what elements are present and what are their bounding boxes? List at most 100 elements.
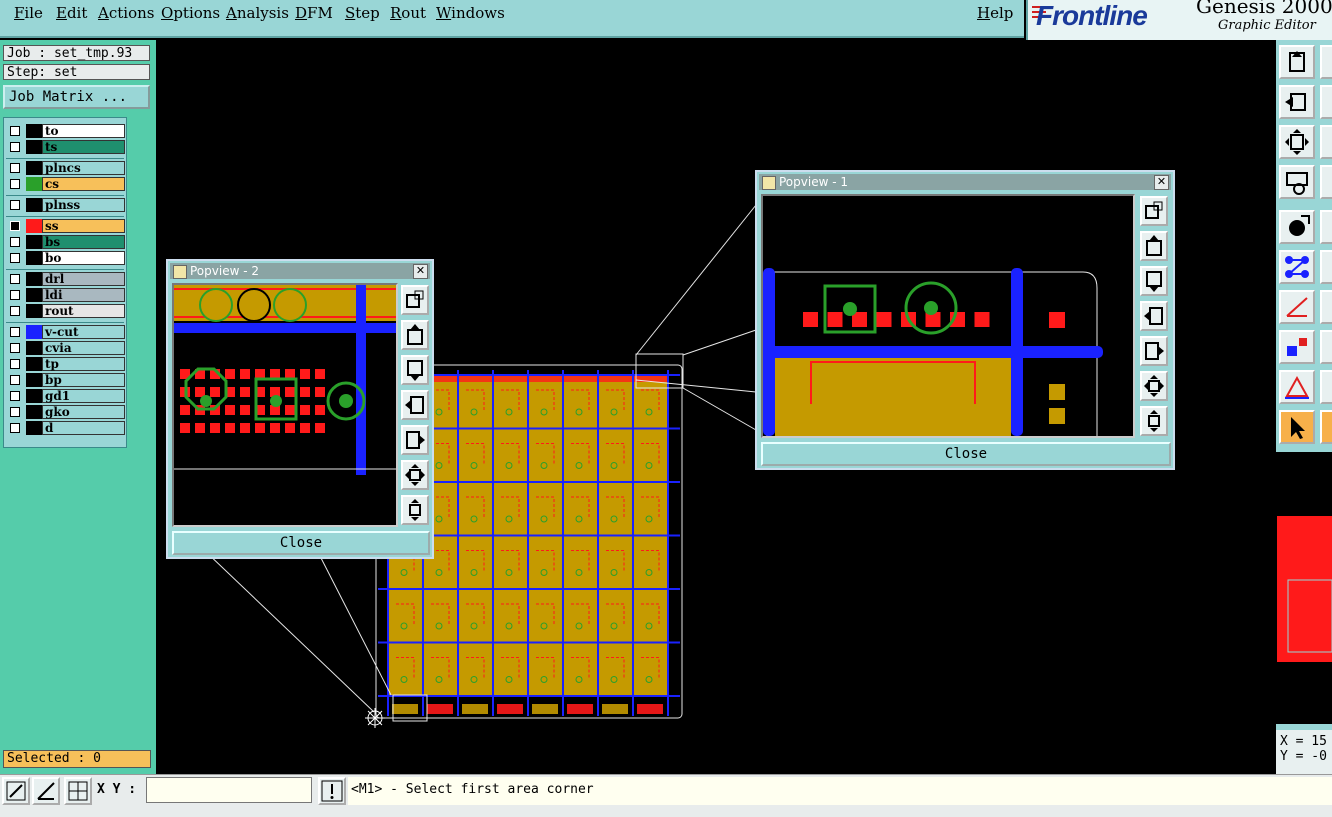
layer-row-ts[interactable]: ts — [7, 140, 125, 154]
layer-row-bp[interactable]: bp — [7, 373, 125, 387]
layer-checkbox[interactable] — [10, 126, 20, 136]
add-feature-button[interactable] — [1279, 330, 1315, 364]
menu-dfm[interactable]: DFM — [295, 4, 333, 22]
layer-checkbox[interactable] — [10, 200, 20, 210]
toolbar-button[interactable] — [1320, 330, 1332, 364]
layer-row-cs[interactable]: cs — [7, 177, 125, 191]
popview-pan-down-button[interactable] — [401, 355, 429, 385]
layer-row-plnss[interactable]: plnss — [7, 198, 125, 212]
layer-checkbox[interactable] — [10, 142, 20, 152]
toolbar-button[interactable] — [1320, 250, 1332, 284]
layer-checkbox[interactable] — [10, 423, 20, 433]
popview-2-titlebar[interactable]: Popview - 2 ✕ — [170, 263, 430, 279]
popview-1-close-button[interactable]: Close — [761, 442, 1171, 466]
menu-file[interactable]: File — [14, 4, 43, 22]
angle-snap-button[interactable] — [32, 777, 60, 805]
popview-pan-down-button[interactable] — [1140, 266, 1168, 296]
popview-pan-right-button[interactable] — [401, 425, 429, 455]
layer-row-gd1[interactable]: gd1 — [7, 389, 125, 403]
layer-row-bo[interactable]: bo — [7, 251, 125, 265]
smd-pad — [974, 312, 990, 327]
layer-row-v-cut[interactable]: v-cut — [7, 325, 125, 339]
menu-help[interactable]: Help — [977, 4, 1013, 22]
layer-checkbox[interactable] — [10, 306, 20, 316]
menu-step[interactable]: Step — [345, 4, 380, 22]
layer-checkbox[interactable] — [10, 253, 20, 263]
toolbar-button[interactable] — [1320, 290, 1332, 324]
toolbar-button[interactable] — [1320, 410, 1332, 444]
layer-checkbox[interactable] — [10, 391, 20, 401]
pan-left-button[interactable] — [1279, 85, 1315, 119]
popview-zoom-out-button[interactable] — [1140, 371, 1168, 401]
alert-button[interactable] — [318, 777, 346, 805]
net-button[interactable] — [1279, 250, 1315, 284]
menu-windows[interactable]: Windows — [436, 4, 505, 22]
toolbar-button[interactable] — [1320, 370, 1332, 404]
layer-checkbox[interactable] — [10, 179, 20, 189]
layer-row-bs[interactable]: bs — [7, 235, 125, 249]
layer-checkbox[interactable] — [10, 274, 20, 284]
popview-fit-button[interactable] — [401, 495, 429, 525]
menu-actions[interactable]: Actions — [98, 4, 154, 22]
fit-button[interactable] — [1279, 125, 1315, 159]
popview-pan-left-button[interactable] — [401, 390, 429, 420]
layer-row-ss[interactable]: ss — [7, 219, 125, 233]
menu-analysis[interactable]: Analysis — [226, 4, 289, 22]
popview-1-titlebar[interactable]: Popview - 1 ✕ — [759, 174, 1171, 190]
select-tool-button[interactable] — [1279, 410, 1315, 444]
layer-row-rout[interactable]: rout — [7, 304, 125, 318]
bottom-rail-pads — [567, 704, 593, 714]
popview-pan-up-button[interactable] — [401, 320, 429, 350]
popview-fit-button[interactable] — [1140, 406, 1168, 436]
window-menu-icon[interactable] — [173, 265, 187, 279]
popview-pan-right-button[interactable] — [1140, 336, 1168, 366]
menu-edit[interactable]: Edit — [56, 4, 87, 22]
zoom-tool-button[interactable] — [1279, 45, 1315, 79]
measure-button[interactable] — [1279, 165, 1315, 199]
layer-row-cvia[interactable]: cvia — [7, 341, 125, 355]
layer-row-to[interactable]: to — [7, 124, 125, 138]
layer-row-drl[interactable]: drl — [7, 272, 125, 286]
layer-row-plncs[interactable]: plncs — [7, 161, 125, 175]
layer-checkbox[interactable] — [10, 290, 20, 300]
popview-2-close-button[interactable]: Close — [172, 531, 430, 555]
window-menu-icon[interactable] — [762, 176, 776, 190]
toolbar-button[interactable] — [1320, 210, 1332, 244]
add-pad-button[interactable] — [1279, 210, 1315, 244]
grid-snap-button[interactable] — [64, 777, 92, 805]
layer-row-tp[interactable]: tp — [7, 357, 125, 371]
menu-rout[interactable]: Rout — [390, 4, 426, 22]
popview-zoom-button[interactable] — [1140, 196, 1168, 226]
layer-checkbox[interactable] — [10, 375, 20, 385]
add-line-button[interactable] — [1279, 290, 1315, 324]
popview-pan-left-button[interactable] — [1140, 301, 1168, 331]
layer-checkbox[interactable] — [10, 343, 20, 353]
popview-1-view[interactable] — [761, 194, 1135, 438]
toolbar-button[interactable] — [1320, 45, 1332, 79]
overview-map[interactable] — [1276, 452, 1332, 724]
layer-checkbox[interactable] — [10, 221, 20, 231]
popview-2-view[interactable] — [172, 283, 398, 527]
snap-button[interactable] — [2, 777, 30, 805]
toolbar-button[interactable] — [1320, 85, 1332, 119]
job-matrix-button[interactable]: Job Matrix ... — [3, 85, 150, 109]
popview-zoom-button[interactable] — [401, 285, 429, 315]
layer-checkbox[interactable] — [10, 237, 20, 247]
toolbar-button[interactable] — [1320, 125, 1332, 159]
layer-checkbox[interactable] — [10, 327, 20, 337]
layer-row-d[interactable]: d — [7, 421, 125, 435]
menu-options[interactable]: Options — [161, 4, 220, 22]
xy-input[interactable] — [146, 777, 312, 803]
layer-checkbox[interactable] — [10, 359, 20, 369]
close-icon[interactable]: ✕ — [413, 264, 428, 279]
add-polygon-button[interactable] — [1279, 370, 1315, 404]
popview-pan-up-button[interactable] — [1140, 231, 1168, 261]
layer-row-gko[interactable]: gko — [7, 405, 125, 419]
layer-checkbox[interactable] — [10, 163, 20, 173]
toolbar-button[interactable] — [1320, 165, 1332, 199]
close-icon[interactable]: ✕ — [1154, 175, 1169, 190]
layer-row-ldi[interactable]: ldi — [7, 288, 125, 302]
layer-checkbox[interactable] — [10, 407, 20, 417]
layer-color-swatch — [26, 357, 42, 371]
popview-zoom-out-button[interactable] — [401, 460, 429, 490]
